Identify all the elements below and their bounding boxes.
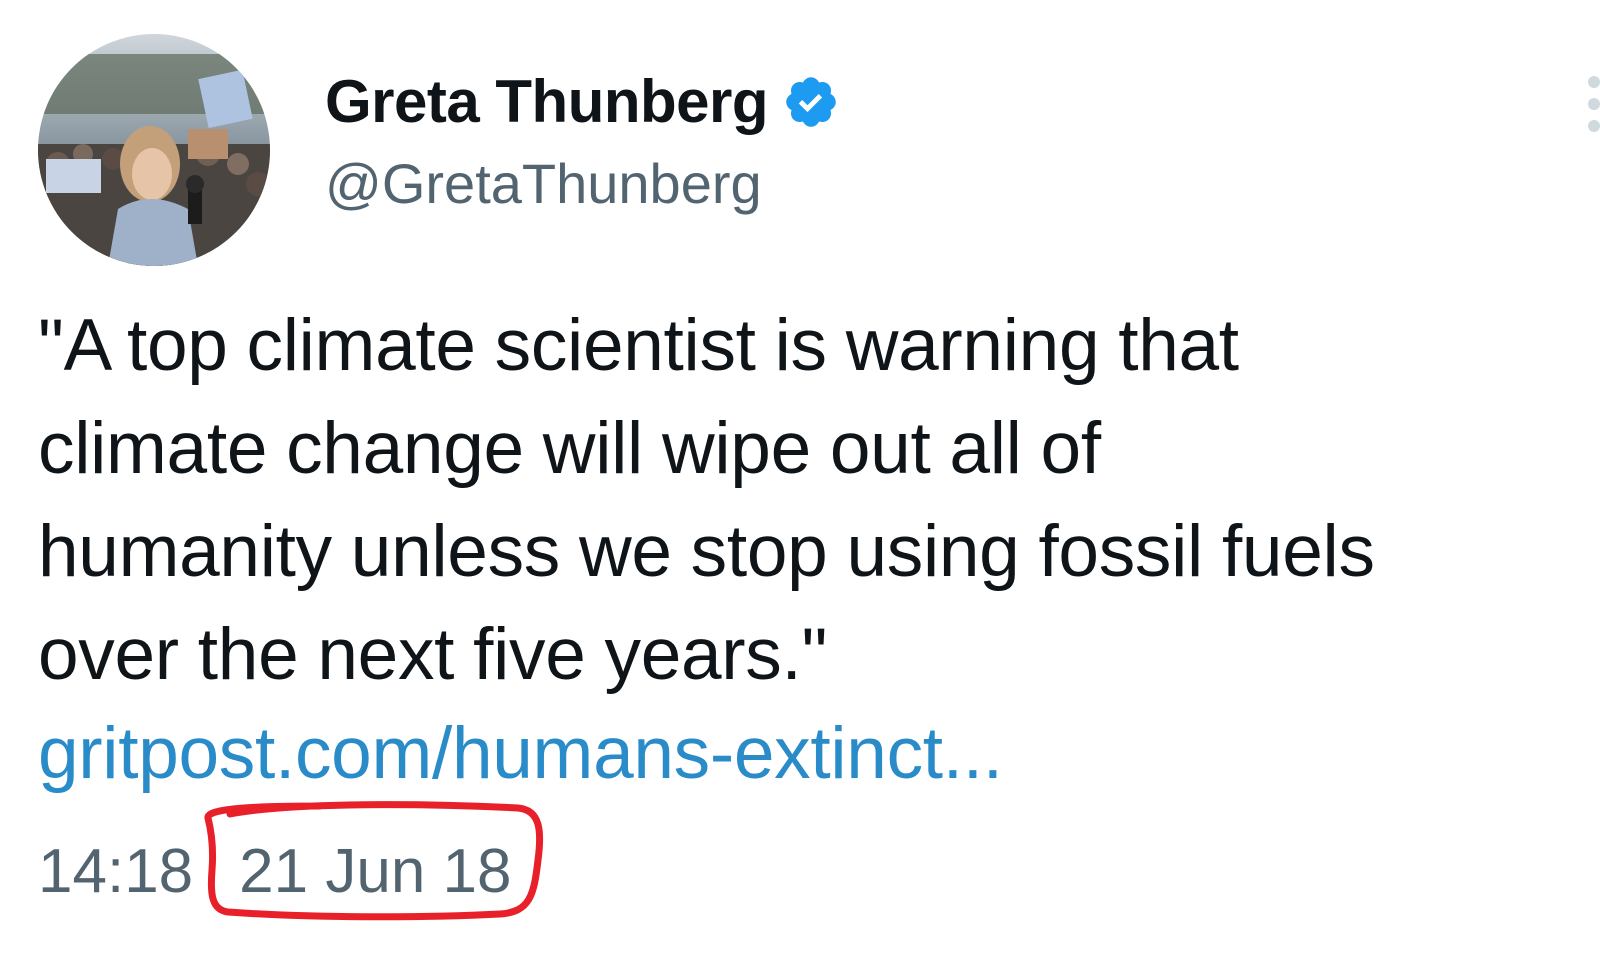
more-options-icon[interactable] — [1580, 76, 1600, 136]
tweet-timestamp: 14:18 21 Jun 18 — [38, 836, 512, 908]
tweet-time[interactable]: 14:18 — [38, 836, 193, 908]
display-name[interactable]: Greta Thunberg — [325, 72, 769, 132]
tweet-link[interactable]: gritpost.com/humans-extinct... — [38, 709, 1003, 799]
tweet-card: Greta Thunberg @GretaThunberg "A top cli… — [0, 0, 1600, 956]
tweet-date[interactable]: 21 Jun 18 — [239, 836, 511, 908]
avatar-photo — [38, 34, 270, 266]
tweet-text-line: "A top climate scientist is warning that — [38, 305, 1239, 386]
user-handle[interactable]: @GretaThunberg — [325, 156, 762, 212]
avatar[interactable] — [38, 34, 270, 266]
author-name-row: Greta Thunberg — [325, 72, 840, 132]
tweet-text-line: over the next five years." — [38, 614, 828, 695]
tweet-text-line: humanity unless we stop using fossil fue… — [38, 511, 1375, 592]
verified-badge-icon[interactable] — [782, 73, 840, 131]
tweet-text-line: climate change will wipe out all of — [38, 408, 1101, 489]
tweet-text: "A top climate scientist is warning that… — [38, 294, 1578, 706]
